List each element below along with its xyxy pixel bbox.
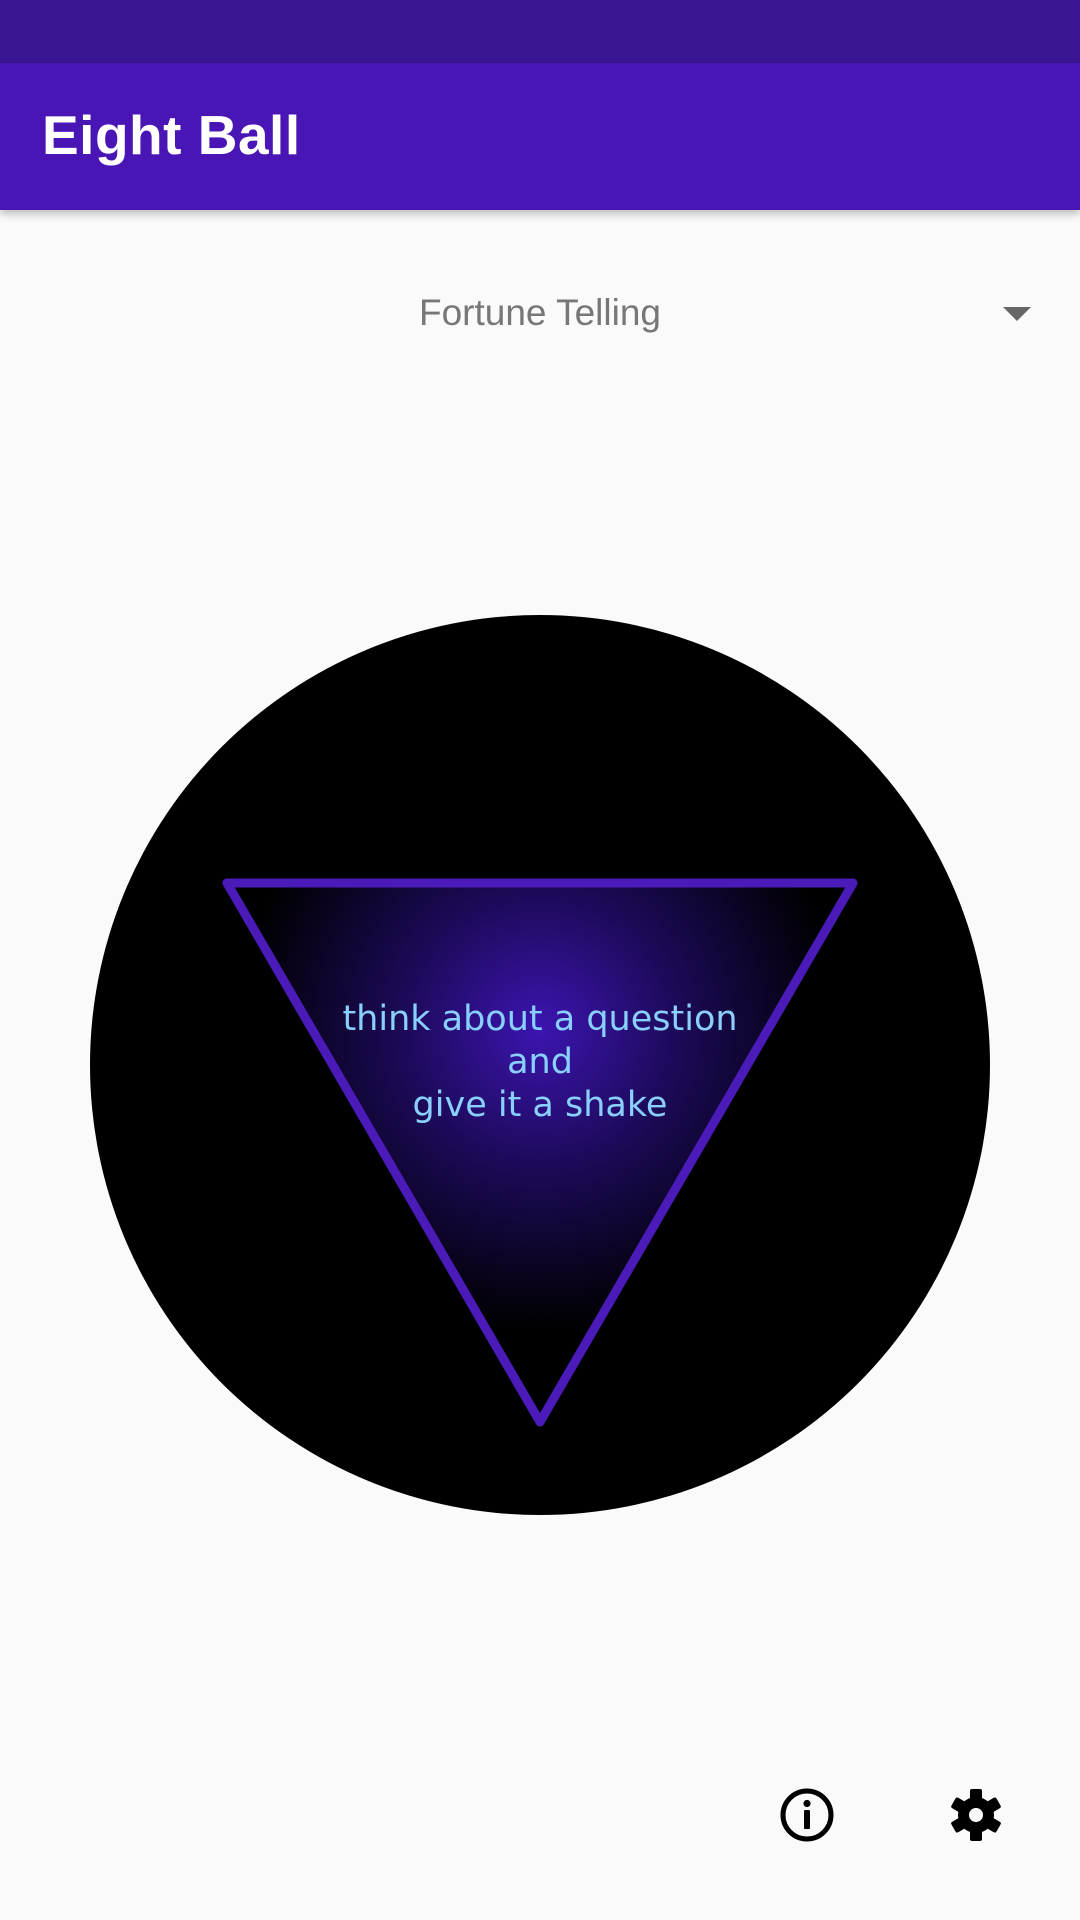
info-icon[interactable]: [775, 1783, 839, 1847]
app-title: Eight Ball: [42, 104, 301, 166]
status-bar: [0, 0, 1080, 63]
dropdown-arrow-icon: [1003, 307, 1031, 321]
mode-spinner-value: Fortune Telling: [418, 292, 662, 333]
mode-spinner[interactable]: Fortune Telling: [0, 270, 1080, 362]
settings-icon[interactable]: [944, 1783, 1008, 1847]
answer-line: and: [507, 1042, 573, 1082]
answer-line: give it a shake: [412, 1085, 668, 1125]
answer-line: think about a question: [342, 999, 738, 1039]
app-bar: Eight Ball: [0, 63, 1080, 210]
answer-text: think about a question and give it a sha…: [90, 998, 990, 1127]
